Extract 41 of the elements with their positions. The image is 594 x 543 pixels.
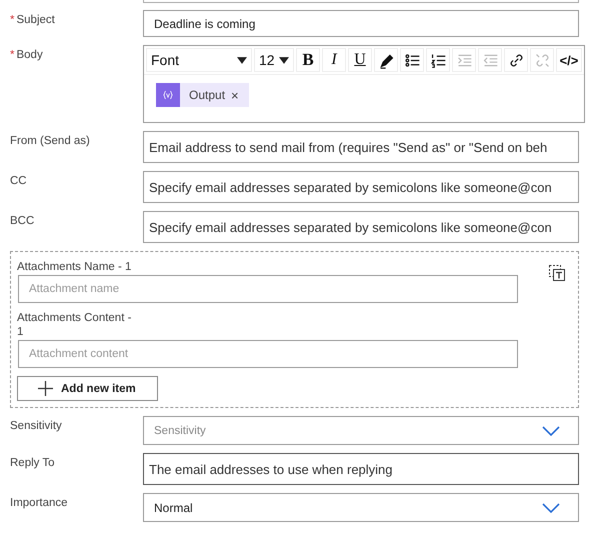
add-item-button[interactable]: Add new item (17, 376, 158, 401)
caret-icon (279, 56, 289, 64)
bulleted-list-icon[interactable] (404, 52, 420, 68)
numbered-list-icon[interactable] (430, 52, 446, 68)
pen-icon[interactable] (378, 52, 394, 68)
subject-field[interactable]: Deadline is coming (143, 10, 579, 37)
format-button[interactable]: I (322, 48, 346, 72)
attachment-field[interactable]: Attachment content (18, 340, 518, 368)
field-label: Reply To (10, 457, 55, 469)
expression-icon (162, 89, 174, 101)
email-field[interactable]: Specify email addresses separated by semicolons like someone@con (143, 211, 579, 243)
format-button[interactable]: </> (556, 48, 582, 72)
field-label: Sensitivity (10, 420, 62, 432)
field-label: Body (16, 49, 43, 61)
dropdown[interactable]: Sensitivity (143, 416, 579, 445)
format-button[interactable]: B (296, 48, 320, 72)
field-label: Attachments Content - 1 (17, 311, 132, 339)
format-button[interactable]: U (348, 48, 372, 72)
field-label: Subject (16, 14, 55, 26)
font-size-dropdown[interactable]: 12 (254, 48, 294, 72)
email-field[interactable]: Email address to send mail from (requires "Send as" or "Send on beh (143, 131, 579, 163)
delete-icon[interactable] (548, 264, 566, 282)
field-label: Attachments Name - 1 (17, 260, 132, 274)
reply-to-field[interactable]: The email addresses to use when replying (143, 453, 579, 485)
chevron-down-icon (542, 502, 560, 512)
output-token[interactable]: Output × (156, 83, 249, 107)
dropdown[interactable]: Normal (143, 493, 579, 522)
attachment-field[interactable]: Attachment name (18, 275, 518, 303)
caret-icon (237, 56, 247, 64)
required-mark: * (10, 14, 14, 26)
field-label: BCC (10, 215, 34, 227)
body-editor[interactable]: Font 12 B I U </> Output × (143, 45, 585, 123)
link-icon[interactable] (508, 52, 524, 68)
field-label: From (Send as) (10, 135, 90, 147)
chevron-down-icon (542, 426, 560, 436)
font-dropdown[interactable]: Font (146, 48, 252, 72)
field-label: Importance (10, 497, 68, 509)
required-mark: * (10, 49, 14, 61)
email-field[interactable]: Specify email addresses separated by semicolons like someone@con (143, 171, 579, 203)
field-label: CC (10, 175, 27, 187)
plus-icon (38, 381, 53, 396)
